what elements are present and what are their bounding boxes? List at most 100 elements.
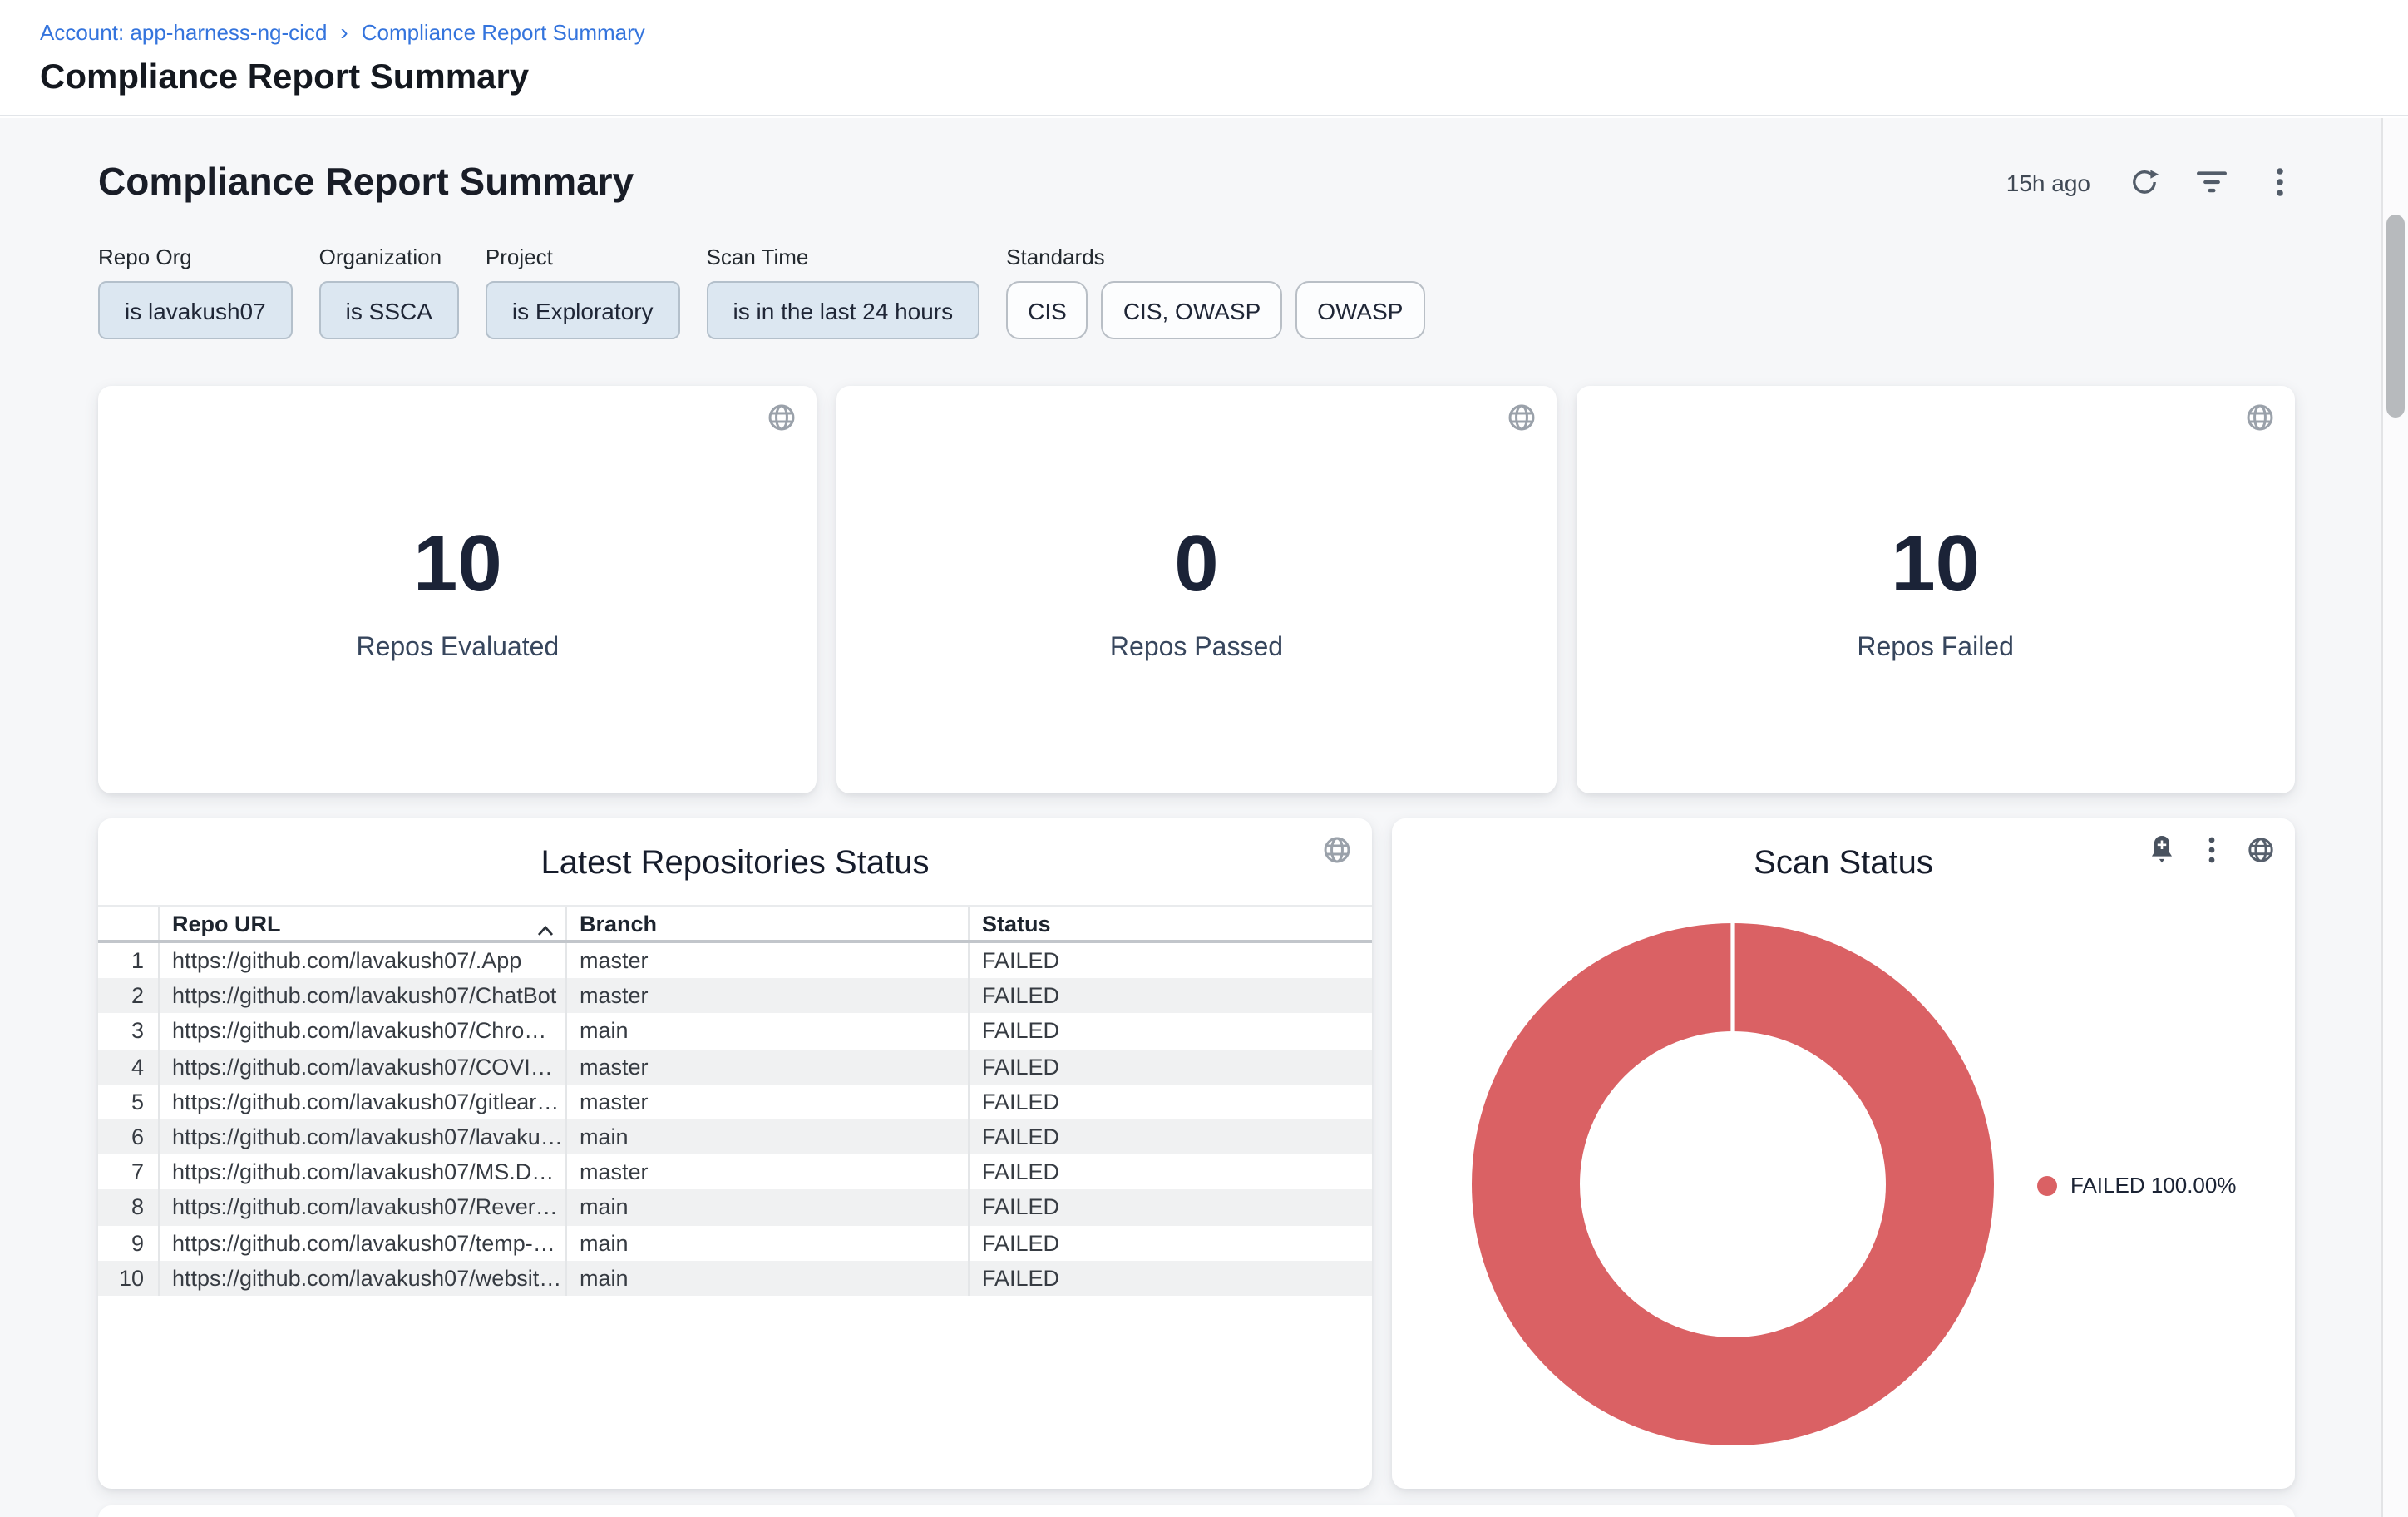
stat-value: 10 [413,526,502,605]
repo-url-cell: https://github.com/lavakush07/MS.DHO… [158,1154,565,1189]
column-header-branch[interactable]: Branch [565,906,968,941]
row-number: 9 [98,1225,158,1260]
stat-card-repos-passed: 0 Repos Passed [837,386,1557,793]
stat-label: Repos Failed [1857,634,2014,664]
stat-cards-row: 10 Repos Evaluated 0 Repos Passed [98,386,2295,793]
filter-chip-repo-org[interactable]: is lavakush07 [98,281,293,339]
filter-label: Repo Org [98,245,293,269]
refresh-icon[interactable] [2129,167,2159,197]
branch-cell: main [565,1014,968,1049]
dashboard-page: Account: app-harness-ng-cicd › Complianc… [0,0,2408,1517]
latest-repositories-panel: Latest Repositories Status Repo URL [98,818,1372,1489]
stat-card-repos-failed: 10 Repos Failed [1576,386,2295,793]
row-number: 6 [98,1119,158,1154]
kebab-menu-icon[interactable] [2265,167,2295,197]
filter-label: Scan Time [707,245,980,269]
chart-legend[interactable]: FAILED 100.00% [2037,1173,2236,1198]
legend-failed-dot [2037,1175,2057,1195]
filter-group-project: Project is Exploratory [486,245,680,339]
column-header-label: Status [982,911,1051,936]
next-panel-top-edge [98,1505,2295,1517]
row-number: 5 [98,1085,158,1119]
filter-group-repo-org: Repo Org is lavakush07 [98,245,293,339]
panel-toolbar [2147,835,2275,863]
branch-cell: main [565,1260,968,1295]
alert-bell-plus-icon[interactable] [2147,835,2175,863]
row-number: 1 [98,941,158,978]
repo-url-cell: https://github.com/lavakush07/temp-no… [158,1225,565,1260]
breadcrumb-page-link[interactable]: Compliance Report Summary [362,20,645,45]
branch-cell: master [565,978,968,1013]
row-number: 3 [98,1014,158,1049]
globe-icon[interactable] [2245,403,2275,441]
filter-chip-project[interactable]: is Exploratory [486,281,680,339]
branch-cell: main [565,1225,968,1260]
filter-group-organization: Organization is SSCA [319,245,459,339]
status-cell: FAILED [968,1190,1372,1225]
filter-icon[interactable] [2197,167,2227,197]
repo-url-cell: https://github.com/lavakush07/ChatBot [158,978,565,1013]
status-cell: FAILED [968,1014,1372,1049]
repo-url-cell: https://github.com/lavakush07/gitlearni… [158,1085,565,1119]
branch-cell: main [565,1190,968,1225]
row-number: 2 [98,978,158,1013]
vertical-scrollbar[interactable] [2381,118,2408,1517]
status-cell: FAILED [968,1085,1372,1119]
scrollbar-thumb[interactable] [2386,215,2405,418]
filter-label: Standards [1006,245,1424,269]
branch-cell: master [565,1049,968,1084]
scan-status-donut-chart [1467,918,1999,1450]
status-cell: FAILED [968,978,1372,1013]
kebab-menu-icon[interactable] [2197,835,2225,863]
column-header-repo-url[interactable]: Repo URL [158,906,565,941]
column-header-label: Repo URL [172,911,281,936]
globe-icon[interactable] [2247,835,2275,863]
bottom-panels-row: Latest Repositories Status Repo URL [98,818,2295,1489]
repo-url-cell: https://github.com/lavakush07/Chrome-… [158,1014,565,1049]
filter-chip-scan-time[interactable]: is in the last 24 hours [707,281,980,339]
table-row: 9https://github.com/lavakush07/temp-no…m… [98,1225,1372,1260]
table-row: 8https://github.com/lavakush07/Reverse-…… [98,1190,1372,1225]
stat-label: Repos Evaluated [356,634,559,664]
filter-chip-standards-cis-owasp[interactable]: CIS, OWASP [1102,281,1282,339]
page-title: Compliance Report Summary [40,58,2408,98]
table-body: 1https://github.com/lavakush07/.Appmaste… [98,941,1372,1296]
table-row: 1https://github.com/lavakush07/.Appmaste… [98,941,1372,978]
filter-label: Organization [319,245,459,269]
stat-label: Repos Passed [1110,634,1283,664]
row-number-header [98,906,158,941]
filter-chip-standards-cis[interactable]: CIS [1006,281,1088,339]
repo-url-cell: https://github.com/lavakush07/.App [158,941,565,978]
status-cell: FAILED [968,1154,1372,1189]
filter-chip-standards-owasp[interactable]: OWASP [1295,281,1424,339]
column-header-status[interactable]: Status [968,906,1372,941]
globe-icon[interactable] [767,403,797,441]
breadcrumb: Account: app-harness-ng-cicd › Complianc… [40,0,2408,45]
globe-icon[interactable] [1506,403,1536,441]
filter-group-scan-time: Scan Time is in the last 24 hours [707,245,980,339]
scan-status-panel: Scan Status FAILED 100.00% [1392,818,2295,1489]
sort-asc-icon [536,917,553,941]
table-row: 5https://github.com/lavakush07/gitlearni… [98,1085,1372,1119]
dashboard-content: Compliance Report Summary 15h ago [0,118,2408,1517]
branch-cell: main [565,1119,968,1154]
app-header: Account: app-harness-ng-cicd › Complianc… [0,0,2408,116]
table-header-row: Repo URL Branch Status [98,906,1372,941]
table-row: 3https://github.com/lavakush07/Chrome-…m… [98,1014,1372,1049]
legend-failed-label: FAILED 100.00% [2070,1173,2236,1198]
repo-url-cell: https://github.com/lavakush07/COVID_T… [158,1049,565,1084]
repositories-table: Repo URL Branch Status [98,905,1372,1296]
stat-card-repos-evaluated: 10 Repos Evaluated [98,386,817,793]
filter-label: Project [486,245,680,269]
dashboard-toolbar: 15h ago [2006,167,2295,197]
globe-icon[interactable] [1322,835,1352,873]
filter-chip-organization[interactable]: is SSCA [319,281,459,339]
table-row: 6https://github.com/lavakush07/lavakush…… [98,1119,1372,1154]
panel-title: Latest Repositories Status [98,845,1372,883]
status-cell: FAILED [968,941,1372,978]
filter-group-standards: Standards CIS CIS, OWASP OWASP [1006,245,1424,339]
branch-cell: master [565,1085,968,1119]
breadcrumb-account-link[interactable]: Account: app-harness-ng-cicd [40,20,327,45]
row-number: 8 [98,1190,158,1225]
status-cell: FAILED [968,1225,1372,1260]
